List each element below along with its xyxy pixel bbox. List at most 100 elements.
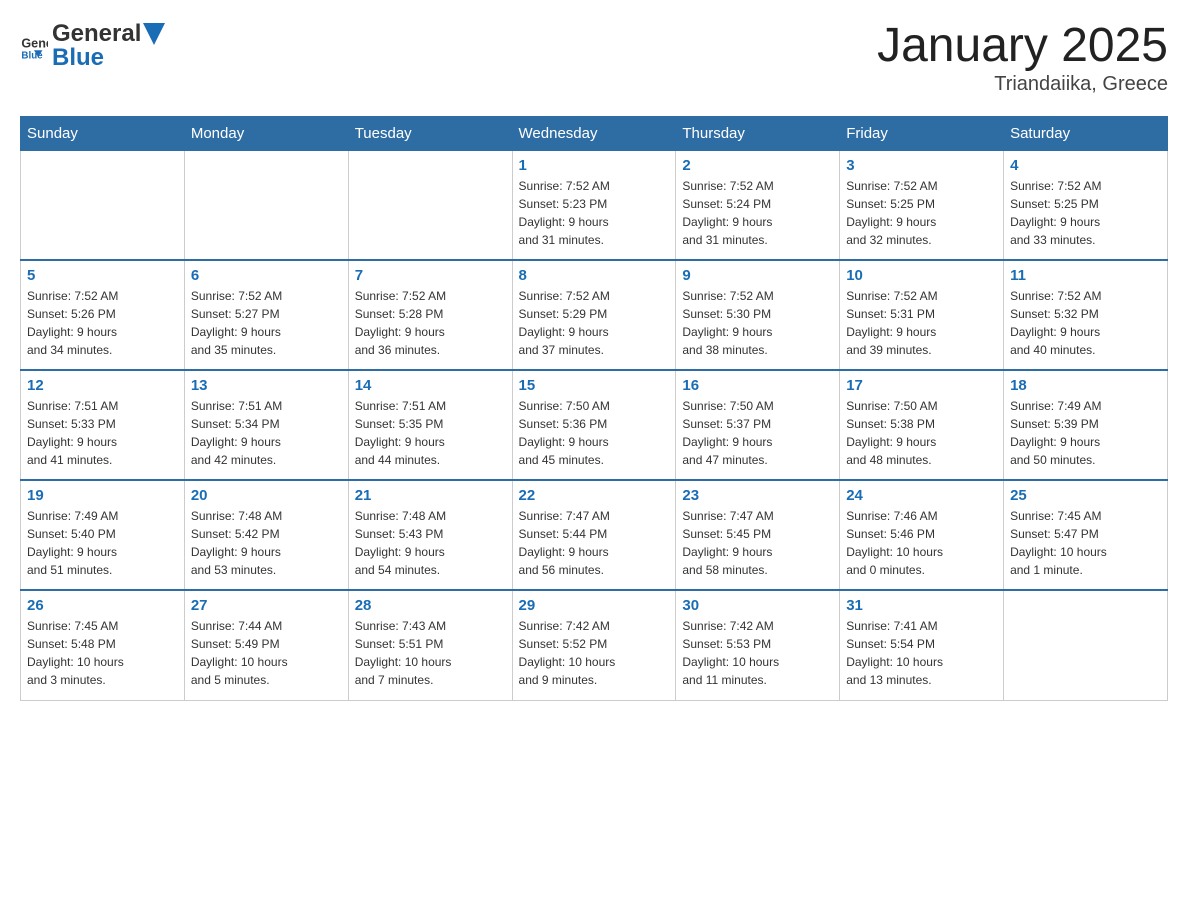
calendar-cell: 26 Sunrise: 7:45 AM Sunset: 5:48 PM Dayli… [21, 590, 185, 700]
day-number: 29 [519, 597, 670, 614]
calendar-cell: 22 Sunrise: 7:47 AM Sunset: 5:44 PM Dayli… [512, 480, 676, 590]
calendar-cell: 21Sunrise: 7:48 AM Sunset: 5:43 PM Dayli… [348, 480, 512, 590]
day-info: Sunrise: 7:49 AM Sunset: 5:40 PM Dayligh… [27, 507, 178, 579]
day-info: Sunrise: 7:51 AM Sunset: 5:33 PM Dayligh… [27, 397, 178, 469]
day-info: Sunrise: 7:52 AM Sunset: 5:24 PM Dayligh… [682, 177, 833, 249]
calendar-cell: 23Sunrise: 7:47 AM Sunset: 5:45 PM Dayli… [676, 480, 840, 590]
calendar-cell: 10Sunrise: 7:52 AM Sunset: 5:31 PM Dayli… [840, 260, 1004, 370]
day-info: Sunrise: 7:52 AM Sunset: 5:25 PM Dayligh… [1010, 177, 1161, 249]
day-number: 22 [519, 487, 670, 504]
day-number: 19 [27, 487, 178, 504]
calendar-cell: 18Sunrise: 7:49 AM Sunset: 5:39 PM Dayli… [1004, 370, 1168, 480]
svg-text:Blue: Blue [21, 51, 43, 60]
day-info: Sunrise: 7:44 AM Sunset: 5:49 PM Dayligh… [191, 617, 342, 689]
header-monday: Monday [184, 116, 348, 150]
calendar-cell [184, 150, 348, 260]
calendar-table: SundayMondayTuesdayWednesdayThursdayFrid… [20, 116, 1168, 701]
day-number: 26 [27, 597, 178, 614]
day-info: Sunrise: 7:42 AM Sunset: 5:52 PM Dayligh… [519, 617, 670, 689]
day-number: 4 [1010, 157, 1161, 174]
week-row-2: 5 Sunrise: 7:52 AM Sunset: 5:26 PM Daylig… [21, 260, 1168, 370]
day-number: 16 [682, 377, 833, 394]
calendar-cell: 27 Sunrise: 7:44 AM Sunset: 5:49 PM Dayli… [184, 590, 348, 700]
day-info: Sunrise: 7:50 AM Sunset: 5:37 PM Dayligh… [682, 397, 833, 469]
calendar-cell: 30 Sunrise: 7:42 AM Sunset: 5:53 PM Dayli… [676, 590, 840, 700]
day-info: Sunrise: 7:46 AM Sunset: 5:46 PM Dayligh… [846, 507, 997, 579]
header-thursday: Thursday [676, 116, 840, 150]
calendar-cell: 4 Sunrise: 7:52 AM Sunset: 5:25 PM Daylig… [1004, 150, 1168, 260]
day-info: Sunrise: 7:50 AM Sunset: 5:38 PM Dayligh… [846, 397, 997, 469]
day-info: Sunrise: 7:51 AM Sunset: 5:34 PM Dayligh… [191, 397, 342, 469]
calendar-cell [348, 150, 512, 260]
day-info: Sunrise: 7:49 AM Sunset: 5:39 PM Dayligh… [1010, 397, 1161, 469]
calendar-cell: 31Sunrise: 7:41 AM Sunset: 5:54 PM Dayli… [840, 590, 1004, 700]
calendar-cell: 17Sunrise: 7:50 AM Sunset: 5:38 PM Dayli… [840, 370, 1004, 480]
day-number: 5 [27, 267, 178, 284]
calendar-cell [1004, 590, 1168, 700]
week-row-1: 1Sunrise: 7:52 AM Sunset: 5:23 PM Daylig… [21, 150, 1168, 260]
calendar-cell: 28 Sunrise: 7:43 AM Sunset: 5:51 PM Dayli… [348, 590, 512, 700]
day-number: 14 [355, 377, 506, 394]
calendar-cell: 19 Sunrise: 7:49 AM Sunset: 5:40 PM Dayli… [21, 480, 185, 590]
day-number: 9 [682, 267, 833, 284]
day-number: 30 [682, 597, 833, 614]
day-info: Sunrise: 7:42 AM Sunset: 5:53 PM Dayligh… [682, 617, 833, 689]
calendar-cell: 9 Sunrise: 7:52 AM Sunset: 5:30 PM Daylig… [676, 260, 840, 370]
calendar-cell [21, 150, 185, 260]
calendar-cell: 25Sunrise: 7:45 AM Sunset: 5:47 PM Dayli… [1004, 480, 1168, 590]
page-header: General Blue General Blue January 2025 T… [20, 20, 1168, 96]
day-info: Sunrise: 7:50 AM Sunset: 5:36 PM Dayligh… [519, 397, 670, 469]
day-number: 12 [27, 377, 178, 394]
header-friday: Friday [840, 116, 1004, 150]
header-tuesday: Tuesday [348, 116, 512, 150]
week-row-5: 26 Sunrise: 7:45 AM Sunset: 5:48 PM Dayli… [21, 590, 1168, 700]
calendar-cell: 5 Sunrise: 7:52 AM Sunset: 5:26 PM Daylig… [21, 260, 185, 370]
day-info: Sunrise: 7:52 AM Sunset: 5:29 PM Dayligh… [519, 287, 670, 359]
header-saturday: Saturday [1004, 116, 1168, 150]
day-number: 27 [191, 597, 342, 614]
day-info: Sunrise: 7:45 AM Sunset: 5:48 PM Dayligh… [27, 617, 178, 689]
day-info: Sunrise: 7:52 AM Sunset: 5:30 PM Dayligh… [682, 287, 833, 359]
logo-triangle-icon [143, 23, 165, 45]
page-subtitle: Triandaiika, Greece [877, 73, 1168, 96]
calendar-cell: 6 Sunrise: 7:52 AM Sunset: 5:27 PM Daylig… [184, 260, 348, 370]
day-info: Sunrise: 7:45 AM Sunset: 5:47 PM Dayligh… [1010, 507, 1161, 579]
day-number: 28 [355, 597, 506, 614]
day-number: 13 [191, 377, 342, 394]
calendar-cell: 20Sunrise: 7:48 AM Sunset: 5:42 PM Dayli… [184, 480, 348, 590]
header-wednesday: Wednesday [512, 116, 676, 150]
day-number: 20 [191, 487, 342, 504]
day-number: 10 [846, 267, 997, 284]
day-info: Sunrise: 7:43 AM Sunset: 5:51 PM Dayligh… [355, 617, 506, 689]
calendar-cell: 3 Sunrise: 7:52 AM Sunset: 5:25 PM Daylig… [840, 150, 1004, 260]
day-number: 3 [846, 157, 997, 174]
logo-blue-text: Blue [52, 44, 165, 72]
day-number: 6 [191, 267, 342, 284]
day-info: Sunrise: 7:52 AM Sunset: 5:27 PM Dayligh… [191, 287, 342, 359]
day-info: Sunrise: 7:52 AM Sunset: 5:23 PM Dayligh… [519, 177, 670, 249]
calendar-cell: 2Sunrise: 7:52 AM Sunset: 5:24 PM Daylig… [676, 150, 840, 260]
day-info: Sunrise: 7:47 AM Sunset: 5:44 PM Dayligh… [519, 507, 670, 579]
day-info: Sunrise: 7:52 AM Sunset: 5:26 PM Dayligh… [27, 287, 178, 359]
day-number: 7 [355, 267, 506, 284]
day-number: 15 [519, 377, 670, 394]
calendar-cell: 11 Sunrise: 7:52 AM Sunset: 5:32 PM Dayli… [1004, 260, 1168, 370]
logo-icon: General Blue [20, 32, 48, 60]
day-info: Sunrise: 7:52 AM Sunset: 5:32 PM Dayligh… [1010, 287, 1161, 359]
calendar-cell: 7 Sunrise: 7:52 AM Sunset: 5:28 PM Daylig… [348, 260, 512, 370]
svg-text:General: General [21, 36, 48, 50]
header-sunday: Sunday [21, 116, 185, 150]
day-info: Sunrise: 7:52 AM Sunset: 5:25 PM Dayligh… [846, 177, 997, 249]
day-info: Sunrise: 7:48 AM Sunset: 5:43 PM Dayligh… [355, 507, 506, 579]
calendar-cell: 16 Sunrise: 7:50 AM Sunset: 5:37 PM Dayli… [676, 370, 840, 480]
title-block: January 2025 Triandaiika, Greece [877, 20, 1168, 96]
calendar-header-row: SundayMondayTuesdayWednesdayThursdayFrid… [21, 116, 1168, 150]
logo: General Blue General Blue [20, 20, 165, 72]
calendar-cell: 12 Sunrise: 7:51 AM Sunset: 5:33 PM Dayli… [21, 370, 185, 480]
day-number: 24 [846, 487, 997, 504]
day-number: 11 [1010, 267, 1161, 284]
day-number: 8 [519, 267, 670, 284]
day-number: 23 [682, 487, 833, 504]
day-info: Sunrise: 7:52 AM Sunset: 5:28 PM Dayligh… [355, 287, 506, 359]
day-info: Sunrise: 7:41 AM Sunset: 5:54 PM Dayligh… [846, 617, 997, 689]
